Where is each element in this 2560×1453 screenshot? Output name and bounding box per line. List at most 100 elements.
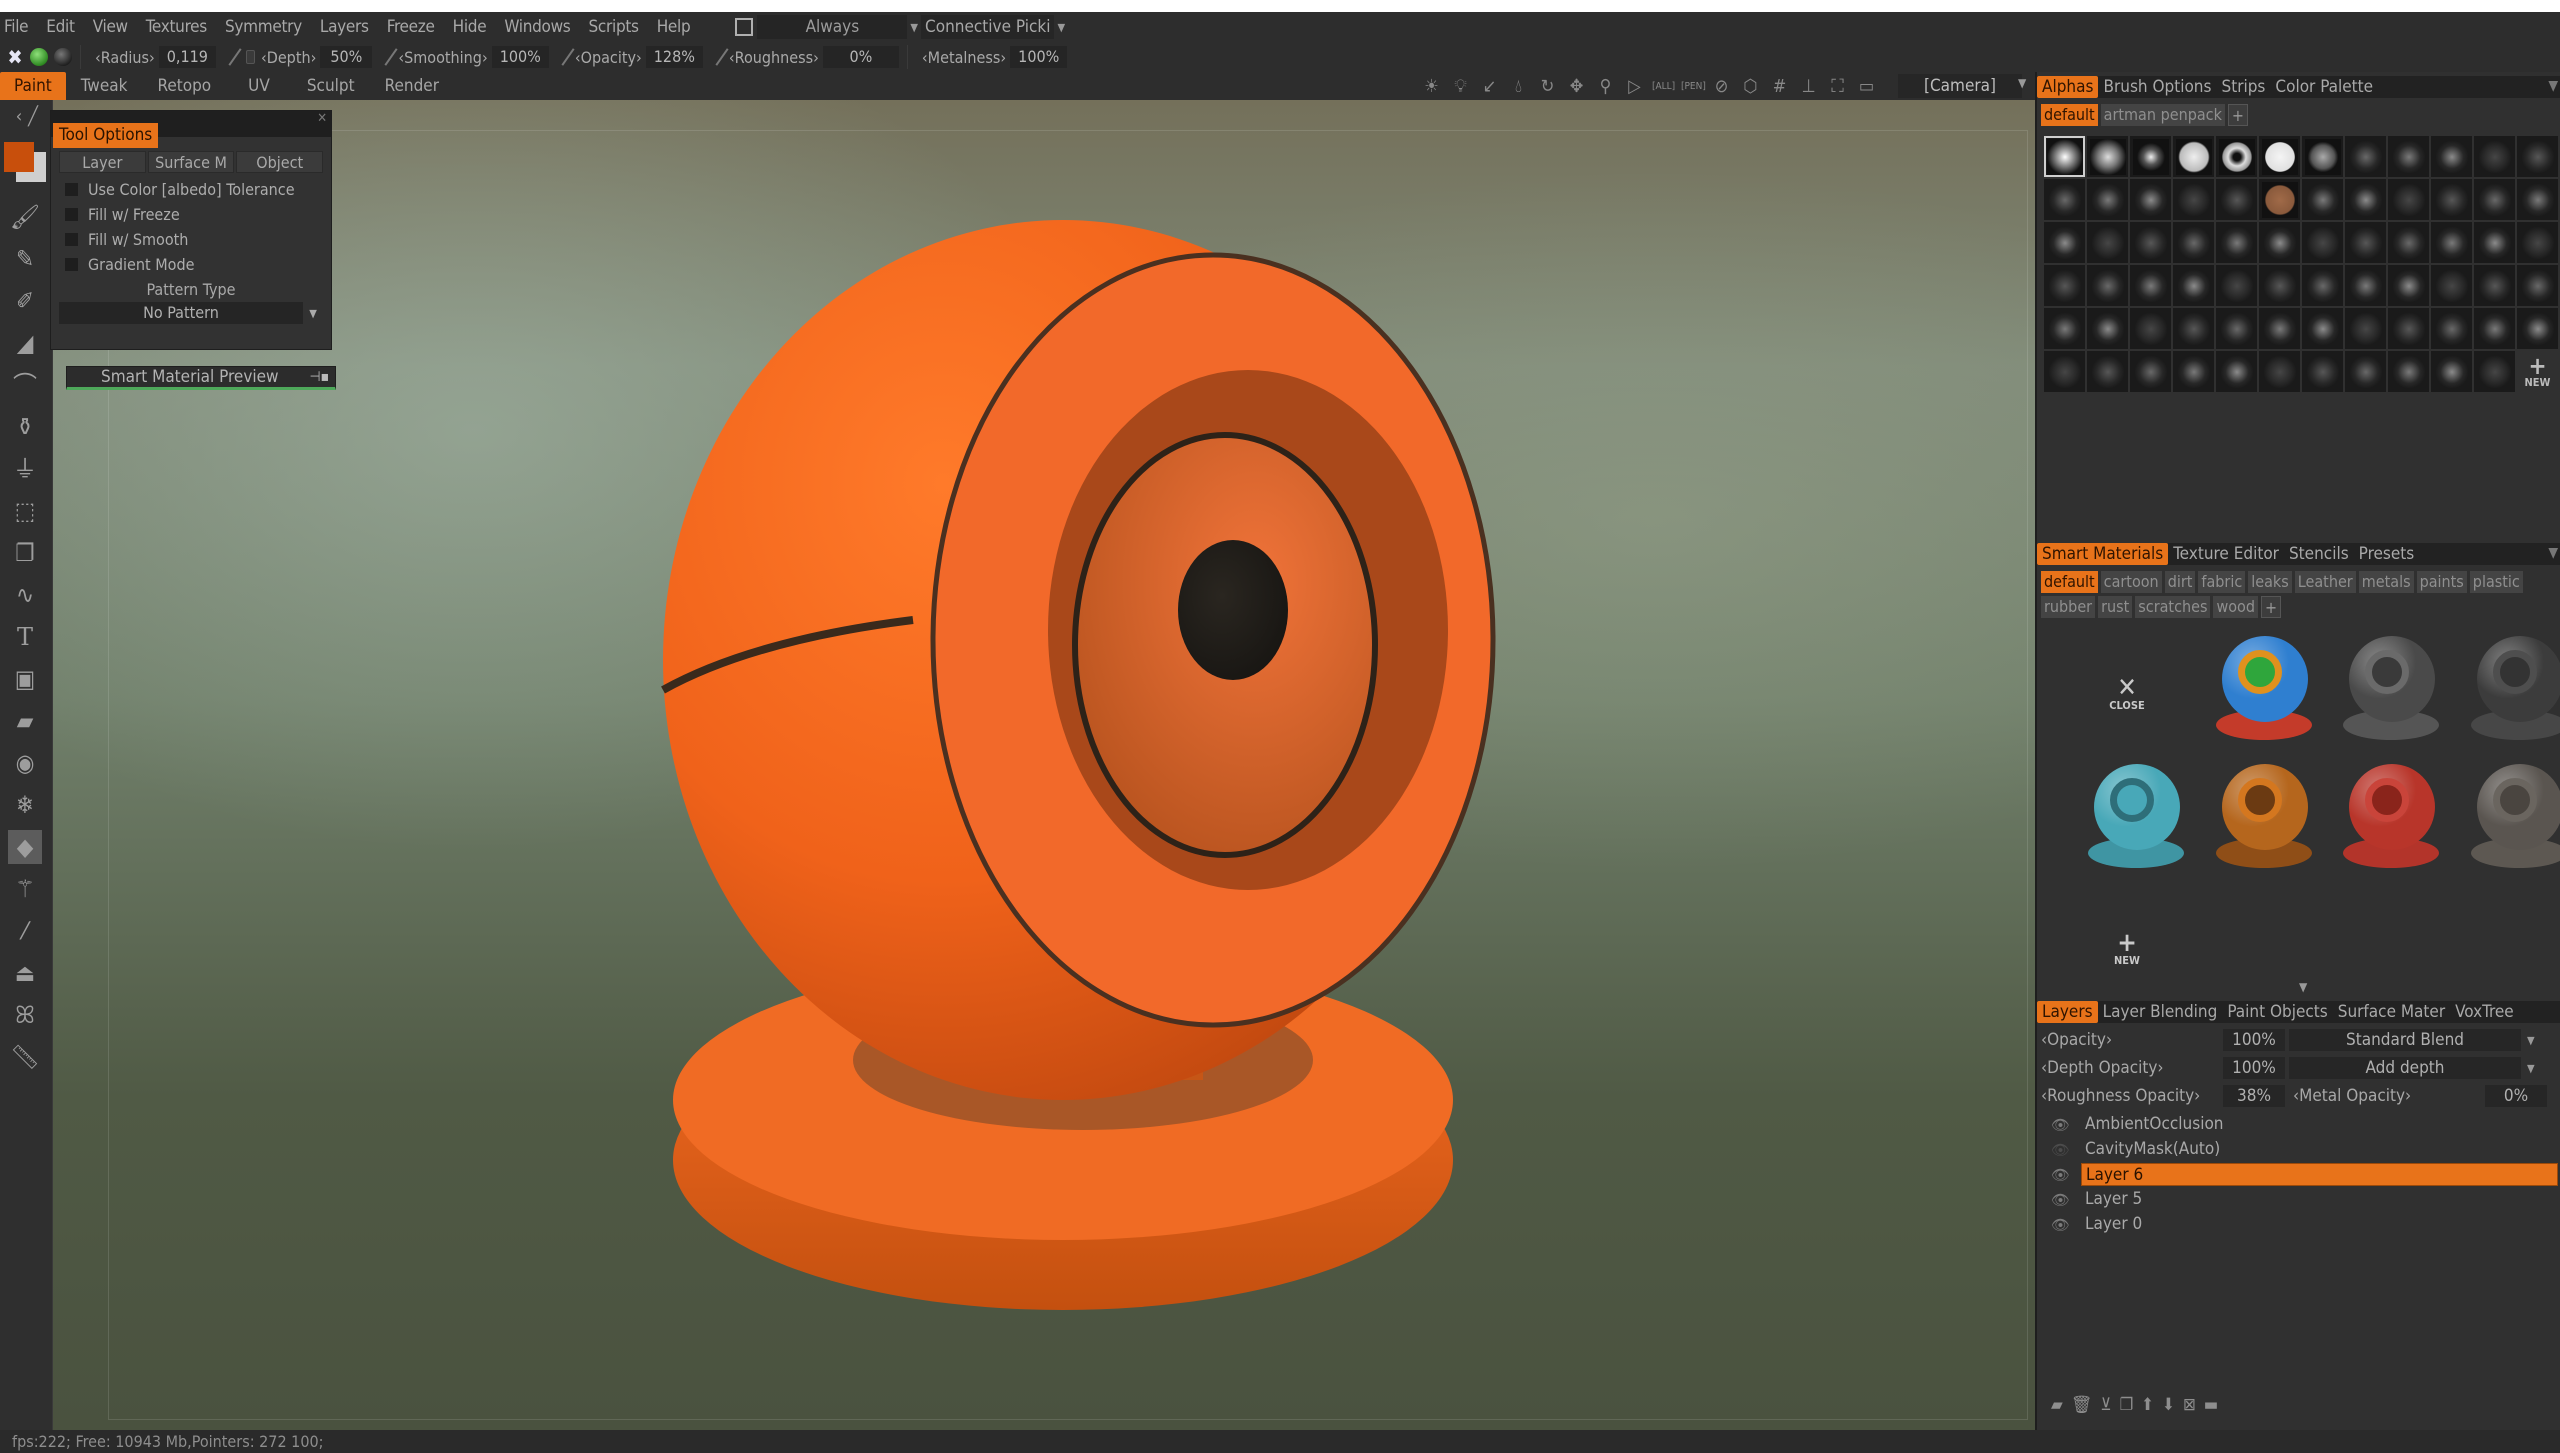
- smart-material-dark-gray[interactable]: [2457, 632, 2560, 752]
- menu-windows[interactable]: Windows: [495, 17, 579, 37]
- layer-name[interactable]: CavityMask(Auto): [2081, 1138, 2558, 1161]
- alpha-brush-thumbnail[interactable]: [2431, 179, 2472, 220]
- add-folder-icon[interactable]: +: [2261, 596, 2281, 618]
- alpha-brush-thumbnail[interactable]: [2130, 222, 2171, 263]
- alpha-brush-thumbnail[interactable]: [2259, 222, 2300, 263]
- move-up-icon[interactable]: ⬆: [2141, 1395, 2154, 1415]
- layer-name[interactable]: Layer 5: [2081, 1188, 2558, 1211]
- alpha-brush-thumbnail[interactable]: [2474, 308, 2515, 349]
- axis-icon[interactable]: ⊥: [1797, 76, 1820, 97]
- checkbox[interactable]: [65, 233, 78, 246]
- tab-render[interactable]: Render: [370, 72, 454, 100]
- alpha-brush-thumbnail[interactable]: [2130, 265, 2171, 306]
- layer-row[interactable]: 👁︎ AmbientOcclusion: [2037, 1112, 2560, 1137]
- delete-icon[interactable]: 🗑︎: [2071, 1395, 2093, 1415]
- frame-icon[interactable]: ▣: [8, 662, 42, 696]
- alpha-brush-thumbnail[interactable]: [2388, 222, 2429, 263]
- chevron-down-icon[interactable]: ▼: [910, 21, 918, 34]
- material-sphere-icon[interactable]: [30, 48, 48, 66]
- alpha-set-default[interactable]: default: [2041, 104, 2098, 126]
- alpha-brush-thumbnail[interactable]: [2302, 136, 2343, 177]
- move-down-icon[interactable]: ⬇: [2162, 1395, 2175, 1415]
- bulb-icon[interactable]: 💡︎: [1449, 76, 1472, 97]
- brush-gradient-icon[interactable]: ◢: [8, 326, 42, 360]
- menu-hide[interactable]: Hide: [444, 17, 496, 37]
- alpha-brush-thumbnail[interactable]: [2087, 136, 2128, 177]
- always-checkbox[interactable]: [735, 18, 754, 36]
- chevron-down-icon[interactable]: ▼: [2018, 76, 2026, 90]
- camera-dropdown[interactable]: [Camera]: [1898, 74, 2022, 98]
- alpha-brush-thumbnail[interactable]: [2388, 351, 2429, 392]
- freeze-icon[interactable]: ❄: [8, 788, 42, 822]
- alpha-brush-thumbnail[interactable]: [2216, 351, 2257, 392]
- alpha-brush-thumbnail[interactable]: [2474, 265, 2515, 306]
- alpha-brush-thumbnail[interactable]: [2087, 265, 2128, 306]
- perspective-icon[interactable]: ▷: [1623, 76, 1646, 97]
- pencil-icon[interactable]: ✎: [8, 242, 42, 276]
- pen-pressure-icon[interactable]: [228, 48, 242, 66]
- alpha-brush-thumbnail[interactable]: [2259, 179, 2300, 220]
- lock-icon[interactable]: [245, 50, 255, 64]
- tab-brush-options[interactable]: Brush Options: [2098, 76, 2216, 98]
- alpha-brush-thumbnail[interactable]: [2474, 179, 2515, 220]
- clear-icon[interactable]: ⊠: [2183, 1395, 2196, 1415]
- drop-icon[interactable]: 💧︎: [1507, 76, 1530, 97]
- tab-color-palette[interactable]: Color Palette: [2270, 76, 2378, 98]
- alpha-brush-thumbnail[interactable]: [2044, 308, 2085, 349]
- layer-row[interactable]: 👁︎ Layer 6: [2037, 1162, 2560, 1187]
- tab-paint[interactable]: Paint: [0, 72, 66, 100]
- chevron-down-icon[interactable]: ▼: [1057, 21, 1065, 34]
- frame-pen-icon[interactable]: [PEN]: [1681, 81, 1706, 92]
- alpha-brush-thumbnail[interactable]: [2388, 179, 2429, 220]
- tab-surface-materials[interactable]: Surface Mater: [2333, 1001, 2450, 1023]
- alpha-brush-thumbnail[interactable]: [2388, 136, 2429, 177]
- webcam-model[interactable]: [53, 100, 2035, 1430]
- depth-input[interactable]: 50%: [320, 46, 373, 68]
- shader-sphere-icon[interactable]: [54, 48, 72, 66]
- alpha-brush-thumbnail[interactable]: [2302, 179, 2343, 220]
- fill-icon[interactable]: ◆: [8, 830, 42, 864]
- alpha-brush-thumbnail[interactable]: [2130, 136, 2171, 177]
- alpha-set-artman[interactable]: artman penpack: [2100, 104, 2225, 126]
- alpha-brush-thumbnail[interactable]: [2345, 265, 2386, 306]
- alpha-brush-thumbnail[interactable]: [2345, 351, 2386, 392]
- frame-all-icon[interactable]: [ALL]: [1652, 81, 1675, 92]
- menu-edit[interactable]: Edit: [37, 17, 83, 37]
- menu-freeze[interactable]: Freeze: [378, 17, 444, 37]
- pen-pressure-icon[interactable]: [384, 48, 398, 66]
- depth-mode-dropdown[interactable]: Add depth: [2289, 1057, 2521, 1079]
- opacity-label[interactable]: ‹Opacity›: [2037, 1030, 2223, 1050]
- depth-opacity-input[interactable]: 100%: [2223, 1057, 2285, 1079]
- smart-material-dark-metal[interactable]: [2329, 632, 2449, 752]
- layer-row[interactable]: 👁︎ Layer 0: [2037, 1212, 2560, 1237]
- smart-material-cyan-carbon[interactable]: [2074, 760, 2194, 880]
- merge-down-icon[interactable]: ⊻: [2100, 1395, 2111, 1415]
- tab-tweak[interactable]: Tweak: [66, 72, 143, 100]
- depth-label[interactable]: ‹Depth›: [261, 48, 316, 67]
- opacity-label[interactable]: ‹Opacity›: [575, 48, 642, 67]
- tab-uv[interactable]: UV: [226, 72, 292, 100]
- new-material-button[interactable]: + NEW: [2097, 930, 2157, 967]
- alpha-brush-thumbnail[interactable]: [2044, 179, 2085, 220]
- material-folder-leaks[interactable]: leaks: [2248, 571, 2292, 593]
- picking-mode-dropdown[interactable]: Connective Picki: [921, 15, 1055, 39]
- radius-input[interactable]: 0,119: [158, 46, 216, 68]
- alpha-brush-thumbnail[interactable]: [2259, 351, 2300, 392]
- alpha-brush-thumbnail[interactable]: [2302, 351, 2343, 392]
- alpha-brush-thumbnail[interactable]: [2259, 265, 2300, 306]
- alpha-brush-thumbnail[interactable]: [2173, 179, 2214, 220]
- reset-icon[interactable]: ✖: [6, 45, 24, 69]
- alpha-brush-thumbnail[interactable]: [2259, 308, 2300, 349]
- zoom-icon[interactable]: ⚲: [1594, 76, 1617, 97]
- alpha-brush-thumbnail[interactable]: [2517, 179, 2558, 220]
- move-icon[interactable]: ✥: [1565, 76, 1588, 97]
- material-folder-wood[interactable]: wood: [2213, 596, 2258, 618]
- smart-material-preview-button[interactable]: Smart Material Preview ⊣▪: [66, 366, 336, 390]
- alpha-brush-thumbnail[interactable]: [2173, 136, 2214, 177]
- curve-icon[interactable]: ∿: [8, 578, 42, 612]
- menu-layers[interactable]: Layers: [311, 17, 378, 37]
- alpha-brush-thumbnail[interactable]: [2517, 308, 2558, 349]
- alpha-brush-thumbnail[interactable]: [2431, 136, 2472, 177]
- roughness-opacity-input[interactable]: 38%: [2223, 1085, 2285, 1107]
- menu-file[interactable]: File: [0, 17, 37, 37]
